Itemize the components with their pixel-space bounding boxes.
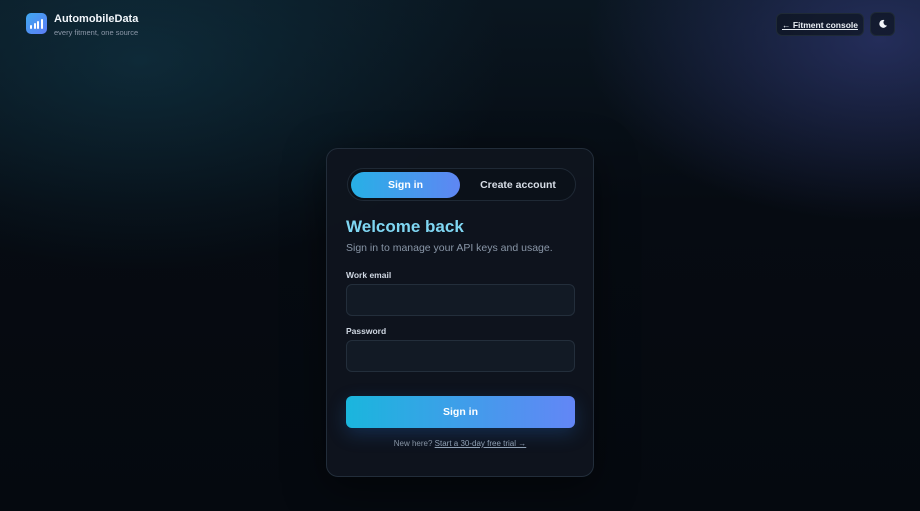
password-label: Password: [346, 326, 387, 336]
brand-name: AutomobileData: [54, 13, 139, 25]
brand-tagline: every fitment, one source: [54, 28, 139, 37]
theme-toggle-button[interactable]: [870, 12, 895, 36]
top-bar: AutomobileData every fitment, one source…: [0, 0, 920, 50]
page-subtitle: Sign in to manage your API keys and usag…: [346, 242, 553, 254]
bar-chart-icon: [26, 13, 47, 34]
auth-tabs: Sign in Create account: [347, 168, 576, 201]
brand[interactable]: AutomobileData every fitment, one source: [26, 13, 138, 37]
tab-create-account[interactable]: Create account: [463, 172, 573, 198]
email-label: Work email: [346, 270, 392, 280]
auth-card: Sign in Create account Welcome back Sign…: [326, 148, 594, 477]
password-field[interactable]: [346, 340, 575, 372]
moon-icon: [878, 19, 887, 28]
signup-prefix: New here?: [393, 439, 433, 448]
free-trial-link[interactable]: Start a 30-day free trial →: [435, 439, 527, 448]
sign-in-button[interactable]: Sign in: [346, 396, 575, 428]
page-title: Welcome back: [346, 217, 464, 236]
fitment-console-link[interactable]: ← Fitment console: [776, 13, 864, 36]
tab-sign-in[interactable]: Sign in: [351, 172, 460, 198]
email-field[interactable]: [346, 284, 575, 316]
signup-note: New here? Start a 30-day free trial →: [327, 439, 593, 448]
